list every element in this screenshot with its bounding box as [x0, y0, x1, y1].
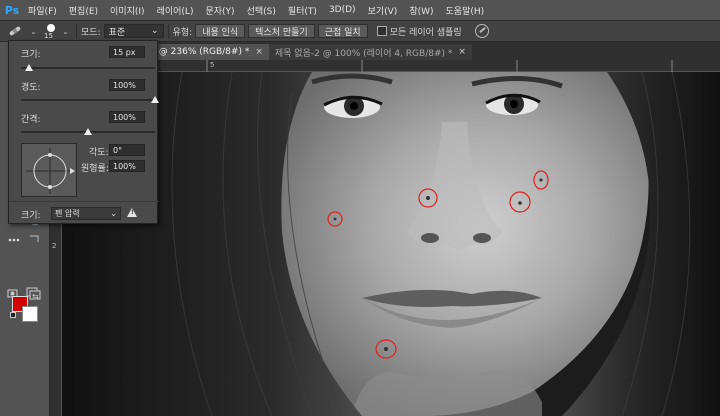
sample-all-layers-checkbox[interactable]: [376, 26, 387, 36]
menu-filter[interactable]: 필터(T): [282, 4, 323, 17]
separator: [76, 24, 77, 38]
menu-layer[interactable]: 레이어(L): [151, 4, 200, 17]
menu-view[interactable]: 보기(V): [362, 4, 404, 17]
angle-label: 각도:: [89, 148, 109, 158]
chevron-down-icon: ⌄: [110, 209, 117, 218]
roundness-label: 원형률:: [81, 164, 109, 174]
tab-label: 제목 없음-2 @ 100% (레이어 4, RGB/8#) *: [274, 48, 453, 59]
menu-window[interactable]: 창(W): [403, 4, 439, 17]
hardness-field[interactable]: 100%: [109, 79, 145, 91]
ruler-number: 5: [210, 61, 215, 69]
pressure-size-icon[interactable]: [474, 24, 489, 38]
hardness-label: 경도:: [21, 83, 41, 93]
menu-bar: Ps 파일(F) 편집(E) 이미지(I) 레이어(L) 문자(Y) 선택(S)…: [0, 0, 720, 20]
sample-all-layers-label: 모든 레이어 샘플링: [389, 27, 462, 38]
brush-tip-icon: [47, 24, 55, 32]
background-color-swatch[interactable]: [22, 306, 38, 322]
ruler-number: 2: [52, 242, 57, 250]
warning-icon: [127, 208, 137, 217]
menu-edit[interactable]: 편집(E): [63, 4, 104, 17]
menu-file[interactable]: 파일(F): [22, 4, 63, 17]
size-field[interactable]: 15 px: [109, 46, 145, 58]
pen-pressure-select[interactable]: 펜 압력 ⌄: [51, 207, 121, 220]
close-tab-icon[interactable]: ×: [458, 47, 466, 57]
pen-pressure-value: 펜 압력: [55, 209, 80, 218]
angle-field[interactable]: 0°: [109, 144, 145, 156]
roundness-field[interactable]: 100%: [109, 160, 145, 172]
mode-label: 모드:: [81, 27, 101, 38]
hardness-slider[interactable]: [21, 96, 159, 103]
spacing-slider-thumb[interactable]: [84, 128, 92, 135]
menu-select[interactable]: 선택(S): [241, 4, 282, 17]
spacing-slider[interactable]: [21, 128, 155, 135]
edit-toolbar-icon: [30, 235, 39, 242]
brush-angle-preview[interactable]: [21, 143, 77, 197]
menu-help[interactable]: 도움말(H): [440, 4, 491, 17]
photoshop-logo: Ps: [4, 3, 20, 17]
spot-healing-brush-icon[interactable]: [0, 21, 30, 41]
spacing-label: 간격:: [21, 115, 41, 125]
content-aware-button[interactable]: 내용 인식: [195, 24, 246, 38]
spacing-field[interactable]: 100%: [109, 111, 145, 123]
brush-picker-panel: 크기: 15 px 경도: 100% 간격: 100% 각도: 0° 원형률: …: [8, 40, 159, 225]
portrait-photo: [62, 72, 720, 416]
swap-colors-icon[interactable]: ⇆: [32, 292, 39, 301]
mode-value: 표준: [108, 27, 126, 38]
mode-select[interactable]: 표준 ⌄: [103, 24, 164, 38]
menu-type[interactable]: 문자(Y): [199, 4, 240, 17]
size-label: 크기:: [21, 50, 41, 60]
brush-picker-chevron-icon[interactable]: ⌄: [62, 27, 72, 36]
ruler-ticks: [206, 60, 673, 72]
more-tools-icon: [8, 238, 20, 242]
close-tab-icon[interactable]: ×: [255, 47, 263, 57]
proximity-match-button[interactable]: 근접 일치: [317, 24, 368, 38]
menu-3d[interactable]: 3D(D): [323, 5, 362, 15]
tab-document-2[interactable]: 제목 없음-2 @ 100% (레이어 4, RGB/8#) * ×: [268, 44, 472, 60]
tab-label: jpg @ 236% (RGB/8#) *: [142, 47, 250, 57]
separator: [167, 24, 169, 38]
pressure-size-label: 크기:: [21, 211, 41, 221]
brush-panel-footer: 크기: 펜 압력 ⌄: [9, 201, 159, 225]
horizontal-ruler: 5: [62, 60, 720, 72]
brush-picker[interactable]: 15: [40, 21, 62, 41]
size-slider-thumb[interactable]: [25, 64, 33, 71]
hardness-slider-thumb[interactable]: [151, 96, 159, 103]
brush-size-readout: 15: [44, 32, 53, 40]
brush-shape-icon: [26, 148, 75, 194]
type-label: 유형:: [172, 27, 193, 38]
options-bar: ⌄ 15 ⌄ 모드: 표준 ⌄ 유형: 내용 인식 텍스처 만들기 근접 일치 …: [0, 20, 720, 42]
menu-image[interactable]: 이미지(I): [104, 4, 151, 17]
create-texture-button[interactable]: 텍스처 만들기: [248, 24, 315, 38]
chevron-down-icon: ⌄: [151, 26, 159, 36]
size-slider[interactable]: [21, 64, 155, 71]
tool-preset-chevron-icon[interactable]: ⌄: [30, 27, 40, 36]
default-colors-icon[interactable]: [10, 312, 16, 318]
document-canvas[interactable]: [62, 72, 720, 416]
